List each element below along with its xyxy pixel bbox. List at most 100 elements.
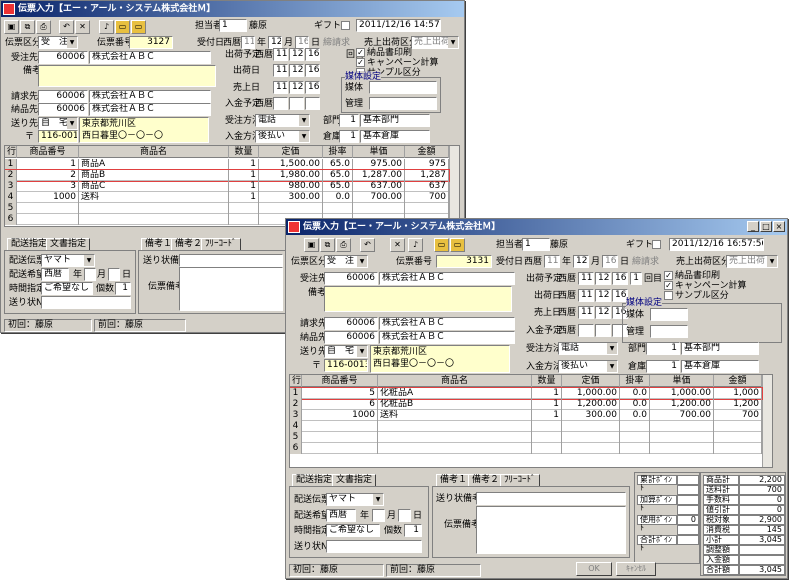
table-cell[interactable]: 1,200.00 (650, 399, 714, 410)
soko-code[interactable]: 1 (339, 130, 359, 143)
cancel-button[interactable]: ｷｬﾝｾﾙ (616, 562, 656, 576)
nyukin-y[interactable] (578, 324, 594, 337)
uriage-m[interactable]: 12 (289, 81, 304, 94)
bumon-code[interactable]: 1 (339, 114, 359, 127)
shukka-yotei-d[interactable]: 16 (612, 272, 628, 285)
table-cell[interactable]: 1,000.00 (562, 388, 620, 399)
table-cell[interactable] (650, 432, 714, 443)
address-field[interactable]: 東京都荒川区 西日暮里〇－〇－〇 (370, 345, 510, 373)
grid-scrollbar[interactable] (762, 375, 772, 467)
table-cell[interactable]: 300.00 (562, 410, 620, 421)
table-cell[interactable]: 1 (229, 170, 259, 181)
denpyo-no-field[interactable]: 3131 (436, 255, 492, 268)
table-cell[interactable] (532, 421, 562, 432)
table-cell[interactable] (259, 203, 323, 214)
table-cell[interactable]: 1 (532, 410, 562, 421)
table-cell[interactable] (79, 203, 229, 214)
uriage-y[interactable]: 11 (578, 306, 594, 319)
uketsuke-month[interactable]: 12 (573, 255, 589, 268)
folder-icon[interactable]: ▭ (115, 20, 130, 34)
jikan-field[interactable]: ご希望なし (326, 524, 380, 537)
table-row[interactable]: 2 2 商品B 1 1,980.00 65.0 1,287.00 1,287 (5, 169, 450, 182)
seikyu-name-field[interactable]: 株式会社ＡＢＣ (379, 317, 515, 330)
uriage-m[interactable]: 12 (595, 306, 611, 319)
table-cell[interactable]: 975 (405, 159, 449, 170)
table-cell[interactable] (17, 203, 79, 214)
table-row[interactable]: 2 6 化粧品B 1 1,200.00 0.0 1,200.00 1,200 (290, 399, 762, 410)
haiso-kibo-m[interactable] (84, 268, 96, 281)
table-cell[interactable] (650, 443, 714, 454)
table-cell[interactable] (17, 214, 79, 225)
table-cell[interactable] (405, 203, 449, 214)
haiso-kibo-era[interactable]: 西暦 (41, 268, 69, 281)
nyukin-m[interactable] (289, 97, 304, 110)
sound-icon[interactable]: ♪ (408, 238, 423, 252)
okurijo-biko-field[interactable] (476, 492, 626, 505)
table-cell[interactable] (353, 203, 405, 214)
denpyo-biko-field[interactable] (476, 506, 626, 554)
chk-sample[interactable]: サンプル区分 (664, 290, 729, 302)
table-cell[interactable] (620, 443, 650, 454)
table-cell[interactable]: 1000 (17, 192, 79, 203)
table-row[interactable]: 3 1000 送料 1 300.00 0.0 700.00 700 (290, 410, 762, 421)
table-cell[interactable] (562, 443, 620, 454)
table-cell[interactable] (323, 203, 353, 214)
tanto-code-field[interactable]: 1 (219, 19, 247, 32)
haiso-gyosha-select[interactable]: ヤマト (326, 493, 384, 506)
juchu-name-field[interactable]: 株式会社ＡＢＣ (89, 51, 211, 64)
front-detail-grid[interactable]: 行商品番号 商品名 数量 定価 掛率 単価 金額 1 5 化粧品A 1 1,000.00 0.0 1,0… (289, 374, 773, 468)
denpyo-biko-field[interactable] (179, 267, 283, 311)
table-cell[interactable]: 3 (17, 181, 79, 192)
table-cell[interactable]: 1 (532, 399, 562, 410)
nohin-name-field[interactable]: 株式会社ＡＢＣ (379, 331, 515, 344)
haiso-gyosha-select[interactable]: ヤマト (41, 254, 95, 267)
denpyo-no-field[interactable]: 3127 (129, 36, 173, 49)
nohin-code-field[interactable]: 60006 (38, 103, 88, 116)
table-cell[interactable] (562, 432, 620, 443)
table-cell[interactable]: 0.0 (620, 388, 650, 399)
table-cell[interactable]: 送料 (378, 410, 532, 421)
seikyu-code-field[interactable]: 60006 (324, 317, 378, 330)
table-cell[interactable]: 1 (229, 181, 259, 192)
uketsuke-year[interactable]: 11 (544, 255, 560, 268)
table-cell[interactable]: 1,287 (405, 170, 449, 181)
table-cell[interactable]: 1 (532, 388, 562, 399)
haiso-kibo-m[interactable] (372, 509, 385, 522)
baitai-field[interactable] (369, 81, 437, 94)
minimize-icon[interactable]: _ (747, 221, 759, 232)
table-cell[interactable]: 1,200 (714, 399, 762, 410)
kaime-field[interactable]: 1 (630, 272, 642, 285)
uketsuke-year[interactable]: 11 (241, 36, 255, 49)
table-cell[interactable]: 700 (405, 192, 449, 203)
table-cell[interactable] (302, 432, 378, 443)
delete-icon[interactable]: ✕ (75, 20, 90, 34)
table-cell[interactable] (302, 443, 378, 454)
back-titlebar[interactable]: 伝票入力【エー・アール・システム株式会社Ｍ】 (1, 1, 464, 17)
table-cell[interactable]: 5 (302, 388, 378, 399)
zip-field[interactable]: 116-0013 (38, 130, 78, 143)
table-cell[interactable]: 700 (714, 410, 762, 421)
print-icon[interactable]: ⎙ (336, 238, 351, 252)
table-cell[interactable]: 65.0 (323, 159, 353, 170)
shukka-yotei-m[interactable]: 12 (595, 272, 611, 285)
table-cell[interactable] (714, 432, 762, 443)
soko-code[interactable]: 1 (646, 360, 680, 373)
okurijo-biko-field[interactable] (179, 254, 283, 267)
kanri-field[interactable] (369, 97, 437, 110)
table-row[interactable]: 4 (290, 421, 762, 432)
ok-button[interactable]: OK (576, 562, 612, 576)
table-cell[interactable] (378, 443, 532, 454)
table-cell[interactable] (650, 421, 714, 432)
uriage-kubun-select[interactable]: 売上出荷 (411, 36, 459, 49)
juchu-code-field[interactable]: 60006 (38, 51, 88, 64)
undo-icon[interactable]: ↶ (59, 20, 74, 34)
delete-icon[interactable]: ✕ (390, 238, 405, 252)
table-cell[interactable]: 1,287.00 (353, 170, 405, 181)
uriage-d[interactable]: 16 (305, 81, 320, 94)
denpyo-kubun-select[interactable]: 受 注 (324, 255, 368, 268)
table-row[interactable]: 3 3 商品C 1 980.00 65.0 637.00 637 (5, 181, 449, 192)
table-cell[interactable] (714, 443, 762, 454)
table-cell[interactable]: 700.00 (353, 192, 405, 203)
save-icon[interactable]: ▣ (4, 20, 19, 34)
biko-textarea[interactable] (38, 65, 216, 87)
